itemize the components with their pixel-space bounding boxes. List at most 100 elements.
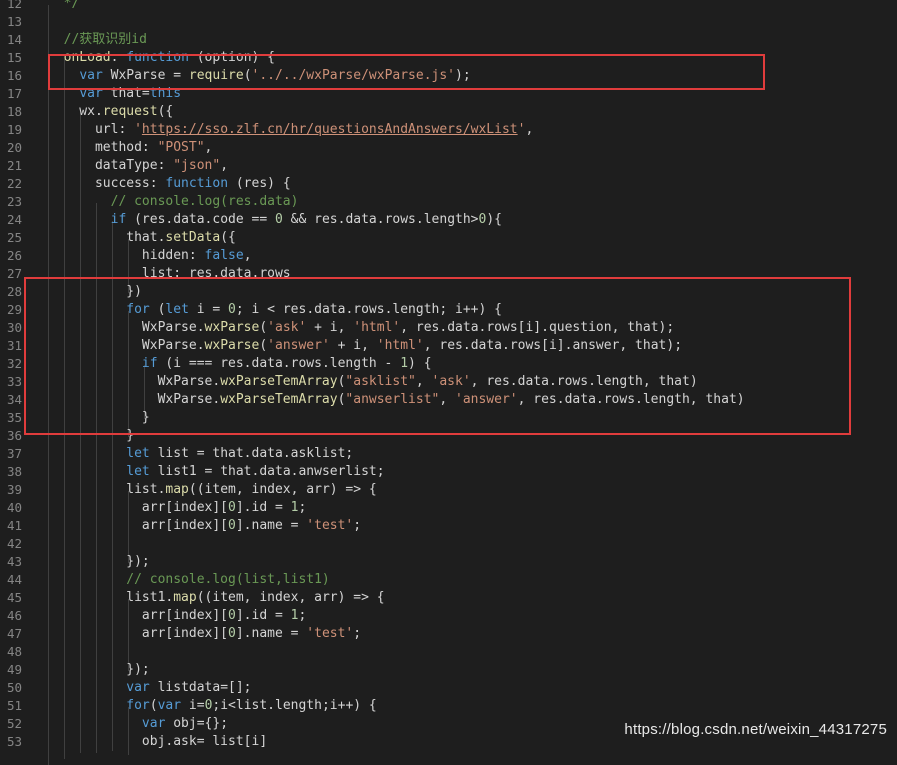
- code-line[interactable]: 46 arr[index][0].id = 1;: [0, 607, 897, 625]
- code-token: (res.data.code ==: [126, 212, 275, 227]
- code-token: ].id =: [235, 608, 291, 623]
- line-number: 19: [6, 122, 22, 137]
- code-text: that.setData({: [48, 229, 236, 247]
- code-token: ;: [353, 518, 362, 533]
- code-line[interactable]: 18 wx.request({: [0, 103, 897, 121]
- line-number: 29: [6, 302, 22, 317]
- code-text: wx.request({: [48, 103, 173, 121]
- code-line[interactable]: 49 });: [0, 661, 897, 679]
- code-token: map: [165, 482, 189, 497]
- line-number: 33: [6, 374, 22, 389]
- code-text: let list1 = that.data.anwserlist;: [48, 463, 384, 481]
- line-number: 44: [6, 572, 22, 587]
- code-token: i=: [181, 698, 205, 713]
- code-token: (res) {: [228, 176, 291, 191]
- code-line[interactable]: 41 arr[index][0].name = 'test';: [0, 517, 897, 535]
- line-number: 26: [6, 248, 22, 263]
- code-text: hidden: false,: [48, 247, 252, 265]
- line-number: 32: [6, 356, 22, 371]
- code-text: arr[index][0].name = 'test';: [48, 625, 361, 643]
- code-text: });: [48, 553, 149, 571]
- code-line[interactable]: 42: [0, 535, 897, 553]
- line-number: 52: [6, 716, 22, 731]
- code-line[interactable]: 51 for(var i=0;i<list.length;i++) {: [0, 697, 897, 715]
- code-token: ((item, index, arr) => {: [196, 590, 385, 605]
- code-line[interactable]: 45 list1.map((item, index, arr) => {: [0, 589, 897, 607]
- code-text: // console.log(list,list1): [48, 571, 330, 589]
- code-token: arr[index][: [48, 608, 229, 623]
- code-line[interactable]: 50 var listdata=[];: [0, 679, 897, 697]
- code-text: // console.log(res.data): [48, 193, 299, 211]
- code-token: hidden:: [48, 248, 205, 263]
- code-token: ,: [525, 122, 534, 137]
- code-text: let list = that.data.asklist;: [48, 445, 353, 463]
- code-token: ,: [243, 248, 252, 263]
- code-line[interactable]: 23 // console.log(res.data): [0, 193, 897, 211]
- code-text: for(var i=0;i<list.length;i++) {: [48, 697, 376, 715]
- code-token: let: [126, 446, 150, 461]
- code-line[interactable]: 48: [0, 643, 897, 661]
- code-line[interactable]: 12 */: [0, 0, 897, 13]
- code-line[interactable]: 38 let list1 = that.data.anwserlist;: [0, 463, 897, 481]
- code-text: var listdata=[];: [48, 679, 251, 697]
- code-line[interactable]: 39 list.map((item, index, arr) => {: [0, 481, 897, 499]
- line-number: 51: [6, 698, 22, 713]
- code-text: var obj={};: [48, 715, 228, 733]
- line-number: 28: [6, 284, 22, 299]
- code-token: list = that.data.asklist;: [149, 446, 354, 461]
- code-line[interactable]: 20 method: "POST",: [0, 139, 897, 157]
- line-number: 50: [6, 680, 22, 695]
- code-line[interactable]: 24 if (res.data.code == 0 && res.data.ro…: [0, 211, 897, 229]
- line-number: 23: [6, 194, 22, 209]
- code-line[interactable]: 43 });: [0, 553, 897, 571]
- line-number: 22: [6, 176, 22, 191]
- code-token: ].name =: [235, 626, 307, 641]
- code-text: success: function (res) {: [48, 175, 291, 193]
- code-line[interactable]: 44 // console.log(list,list1): [0, 571, 897, 589]
- line-number: 17: [6, 86, 22, 101]
- code-token: // console.log(list,list1): [48, 572, 330, 587]
- code-token: arr[index][: [48, 518, 229, 533]
- code-token: 'test': [306, 518, 354, 533]
- code-token: 0: [228, 608, 236, 623]
- code-text: });: [48, 661, 150, 679]
- line-number: 24: [6, 212, 22, 227]
- code-text: arr[index][0].id = 1;: [48, 607, 306, 625]
- code-line[interactable]: 25 that.setData({: [0, 229, 897, 247]
- code-token: ].name =: [235, 518, 307, 533]
- code-token: dataType:: [48, 158, 174, 173]
- code-line[interactable]: 13: [0, 13, 897, 31]
- line-number: 18: [6, 104, 22, 119]
- line-number: 21: [6, 158, 22, 173]
- line-number: 35: [6, 410, 22, 425]
- code-line[interactable]: 37 let list = that.data.asklist;: [0, 445, 897, 463]
- code-line[interactable]: 21 dataType: "json",: [0, 157, 897, 175]
- watermark: https://blog.csdn.net/weixin_44317275: [624, 721, 887, 738]
- code-line[interactable]: 22 success: function (res) {: [0, 175, 897, 193]
- code-token: obj.ask= list[i]: [48, 734, 268, 749]
- code-line[interactable]: 26 hidden: false,: [0, 247, 897, 265]
- code-line[interactable]: 14 //获取识别id: [0, 31, 897, 49]
- code-token: (: [149, 698, 158, 713]
- code-text: arr[index][0].name = 'test';: [48, 517, 361, 535]
- code-line[interactable]: 40 arr[index][0].id = 1;: [0, 499, 897, 517]
- code-token: request: [102, 104, 158, 119]
- code-line[interactable]: 19 url: 'https://sso.zlf.cn/hr/questions…: [0, 121, 897, 139]
- code-token: ({: [220, 230, 236, 245]
- code-token: that.: [48, 230, 166, 245]
- code-token: var: [141, 716, 166, 731]
- code-token: function: [165, 176, 229, 191]
- code-line[interactable]: 47 arr[index][0].name = 'test';: [0, 625, 897, 643]
- code-text: dataType: "json",: [48, 157, 228, 175]
- code-token: 0: [228, 518, 236, 533]
- line-number: 47: [6, 626, 22, 641]
- code-token: });: [48, 662, 150, 677]
- line-number: 53: [6, 734, 22, 749]
- line-number: 25: [6, 230, 22, 245]
- line-number: 43: [6, 554, 22, 569]
- code-text: url: 'https://sso.zlf.cn/hr/questionsAnd…: [48, 121, 533, 139]
- code-token: */: [48, 0, 80, 11]
